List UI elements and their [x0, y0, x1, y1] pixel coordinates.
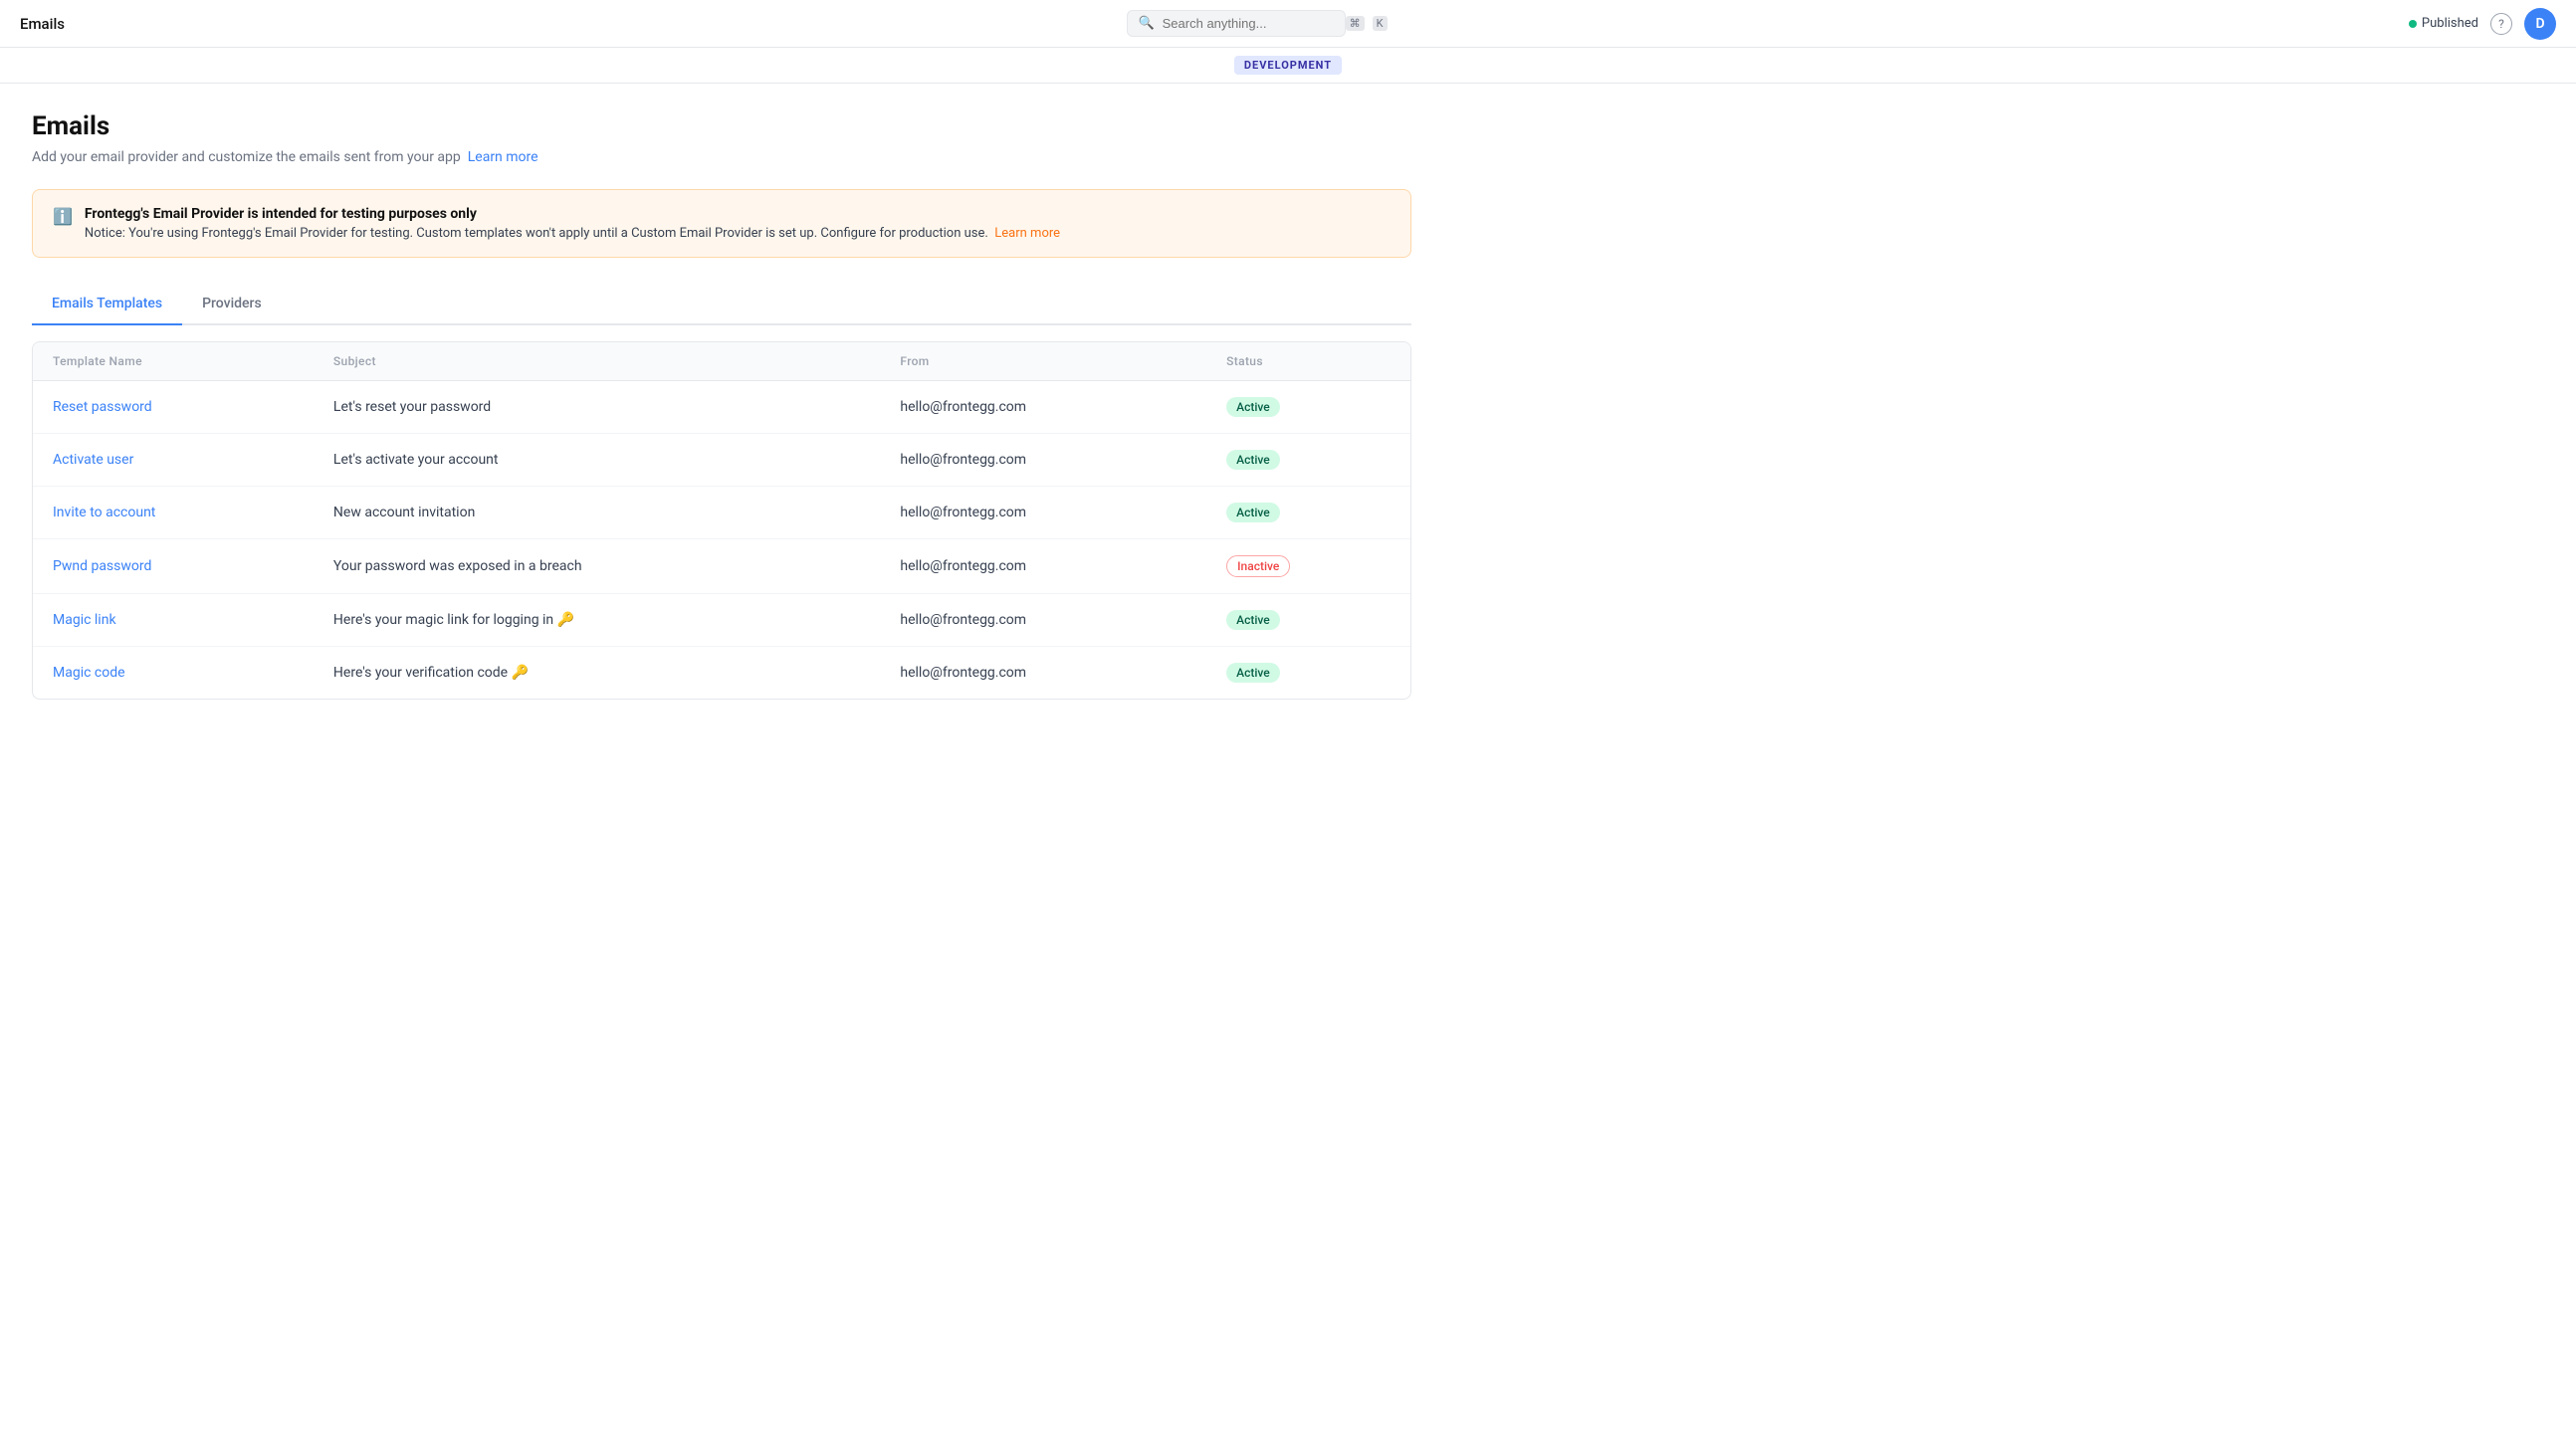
status-badge: Active [1226, 503, 1280, 522]
status-badge: Active [1226, 397, 1280, 417]
table-row: Magic link Here's your magic link for lo… [33, 594, 1410, 647]
help-icon: ? [2498, 17, 2504, 31]
status-badge: Active [1226, 450, 1280, 470]
cell-status: Active [1206, 381, 1410, 434]
tab-providers[interactable]: Providers [182, 286, 282, 325]
col-template-name: Template Name [33, 342, 314, 381]
page-title: Emails [32, 111, 1411, 141]
cell-template-name[interactable]: Pwnd password [33, 539, 314, 594]
status-badge: Active [1226, 663, 1280, 683]
nav-right: Published ? D [2409, 8, 2556, 40]
cell-subject: New account invitation [314, 487, 880, 539]
published-badge: Published [2409, 16, 2478, 31]
page-subtitle-text: Add your email provider and customize th… [32, 149, 461, 165]
col-subject: Subject [314, 342, 880, 381]
template-link[interactable]: Pwnd password [53, 558, 151, 574]
template-link[interactable]: Invite to account [53, 505, 155, 520]
alert-icon: ℹ️ [53, 207, 73, 241]
emails-table: Template Name Subject From Status Reset … [32, 341, 1411, 700]
cell-status: Inactive [1206, 539, 1410, 594]
table-row: Magic code Here's your verification code… [33, 647, 1410, 700]
help-button[interactable]: ? [2490, 13, 2512, 35]
tab-emails-templates[interactable]: Emails Templates [32, 286, 182, 325]
dev-badge-label: DEVELOPMENT [1234, 56, 1342, 75]
cell-status: Active [1206, 487, 1410, 539]
cell-subject: Let's activate your account [314, 434, 880, 487]
template-link[interactable]: Magic code [53, 665, 125, 681]
col-from: From [880, 342, 1206, 381]
cell-subject: Here's your magic link for logging in 🔑 [314, 594, 880, 647]
template-link[interactable]: Magic link [53, 612, 116, 628]
cell-template-name[interactable]: Reset password [33, 381, 314, 434]
status-badge: Inactive [1226, 555, 1290, 577]
dev-banner: DEVELOPMENT [0, 48, 2576, 84]
cell-template-name[interactable]: Magic link [33, 594, 314, 647]
cell-status: Active [1206, 594, 1410, 647]
cell-template-name[interactable]: Invite to account [33, 487, 314, 539]
cell-from: hello@frontegg.com [880, 539, 1206, 594]
cell-subject: Let's reset your password [314, 381, 880, 434]
table-row: Pwnd password Your password was exposed … [33, 539, 1410, 594]
cell-from: hello@frontegg.com [880, 487, 1206, 539]
cell-from: hello@frontegg.com [880, 434, 1206, 487]
template-link[interactable]: Activate user [53, 452, 133, 468]
alert-text-content: Notice: You're using Frontegg's Email Pr… [85, 226, 988, 241]
cell-template-name[interactable]: Activate user [33, 434, 314, 487]
cell-from: hello@frontegg.com [880, 647, 1206, 700]
kbd-meta: ⌘ [1346, 16, 1365, 31]
alert-title: Frontegg's Email Provider is intended fo… [85, 206, 1060, 222]
table-row: Activate user Let's activate your accoun… [33, 434, 1410, 487]
cell-from: hello@frontegg.com [880, 381, 1206, 434]
cell-status: Active [1206, 434, 1410, 487]
search-icon: 🔍 [1138, 16, 1154, 31]
cell-from: hello@frontegg.com [880, 594, 1206, 647]
cell-status: Active [1206, 647, 1410, 700]
main-content: Emails Add your email provider and custo… [0, 84, 1443, 727]
tabs-bar: Emails Templates Providers [32, 286, 1411, 325]
table-row: Reset password Let's reset your password… [33, 381, 1410, 434]
table-row: Invite to account New account invitation… [33, 487, 1410, 539]
cell-subject: Here's your verification code 🔑 [314, 647, 880, 700]
page-learn-more-link[interactable]: Learn more [468, 149, 538, 165]
nav-center: 🔍 ⌘ K [1127, 10, 1346, 37]
published-dot [2409, 20, 2417, 28]
alert-content: Frontegg's Email Provider is intended fo… [85, 206, 1060, 241]
alert-box: ℹ️ Frontegg's Email Provider is intended… [32, 189, 1411, 258]
table-header-row: Template Name Subject From Status [33, 342, 1410, 381]
cell-template-name[interactable]: Magic code [33, 647, 314, 700]
search-input[interactable] [1163, 16, 1338, 31]
template-link[interactable]: Reset password [53, 399, 152, 415]
search-bar[interactable]: 🔍 ⌘ K [1127, 10, 1346, 37]
alert-learn-more-link[interactable]: Learn more [994, 226, 1060, 241]
top-navigation: Emails 🔍 ⌘ K Published ? D [0, 0, 2576, 48]
nav-title: Emails [20, 15, 65, 33]
published-label: Published [2422, 16, 2478, 31]
status-badge: Active [1226, 610, 1280, 630]
kbd-k: K [1373, 16, 1388, 31]
col-status: Status [1206, 342, 1410, 381]
page-subtitle: Add your email provider and customize th… [32, 149, 1411, 165]
cell-subject: Your password was exposed in a breach [314, 539, 880, 594]
alert-text: Notice: You're using Frontegg's Email Pr… [85, 226, 1060, 241]
avatar[interactable]: D [2524, 8, 2556, 40]
